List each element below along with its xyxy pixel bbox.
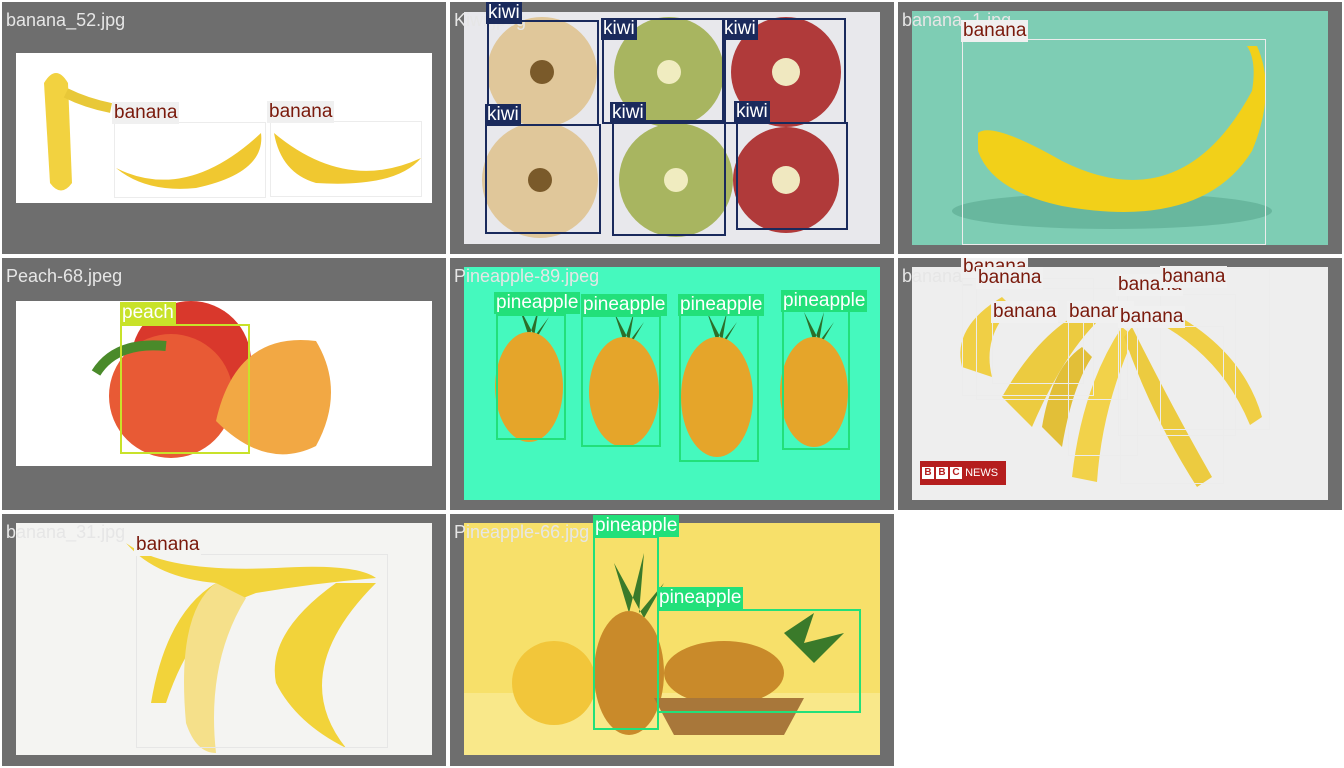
image-filename: Pineapple-89.jpeg (454, 266, 600, 286)
detection-label: kiwi (610, 102, 646, 124)
image-tile-peach[interactable]: Peach-68.jpeg peach (2, 258, 446, 510)
bounding-box (612, 120, 726, 236)
detection-label: banana (1160, 266, 1228, 288)
bounding-box (114, 122, 266, 198)
detection-grid: banana_52.jpg banana banana Kiwi.jpeg (0, 0, 1344, 768)
bbc-news-text: NEWS (965, 467, 999, 479)
bounding-box (136, 554, 388, 748)
image-filename: banana_52.jpg (6, 10, 126, 30)
image-tile-banana-bunch[interactable]: banana_ banana banana banana banana bana… (898, 258, 1342, 510)
detection-label: banana (976, 267, 1044, 289)
image-tile-banana-1[interactable]: banana_1.jpg banana (898, 2, 1342, 254)
image-filename: Peach-68.jpeg (6, 266, 123, 286)
bbc-news-logo: BBC NEWS (920, 461, 1006, 485)
image-tile-kiwi[interactable]: Kiwi.jpeg kiwi kiwi kiwi kiwi kiwi kiwi (450, 2, 894, 254)
detection-label: kiwi (601, 18, 637, 40)
image-filename: Pineapple-66.jpg (454, 522, 590, 542)
detection-label: banana (991, 301, 1059, 323)
detection-label: pineapple (657, 587, 744, 609)
bounding-box (593, 536, 659, 730)
detection-label: peach (120, 302, 176, 324)
bounding-box (679, 314, 759, 462)
image-tile-pineapple-66[interactable]: Pineapple-66.jpg pineapple pineapple (450, 514, 894, 766)
detection-label: pineapple (494, 292, 581, 314)
image-filename: banana_31.jpg (6, 522, 126, 542)
bounding-box (485, 124, 601, 234)
detection-label: banana (267, 101, 335, 123)
detection-label: pineapple (581, 294, 668, 316)
detection-label: kiwi (486, 2, 522, 24)
image-tile-pineapple-89[interactable]: Pineapple-89.jpeg pineapple pineapple pi… (450, 258, 894, 510)
detection-label: kiwi (722, 18, 758, 40)
bounding-box (736, 122, 848, 230)
detection-label: pineapple (781, 290, 868, 312)
detection-label: kiwi (485, 104, 521, 126)
bounding-box (496, 314, 566, 440)
detection-label: banana (961, 20, 1029, 42)
image-tile-banana-31[interactable]: banana_31.jpg banana (2, 514, 446, 766)
bounding-box (657, 609, 861, 713)
detection-label: pineapple (593, 515, 680, 537)
image-tile-banana-52[interactable]: banana_52.jpg banana banana (2, 2, 446, 254)
bounding-box (962, 39, 1266, 245)
bounding-box (270, 121, 422, 197)
bounding-box (782, 310, 850, 450)
detection-label: banana (112, 102, 180, 124)
detection-label: pineapple (678, 294, 765, 316)
bounding-box (581, 315, 661, 447)
detection-label: banana (134, 534, 202, 556)
bounding-box (1120, 326, 1224, 484)
bounding-box (120, 324, 250, 454)
detection-label: banana (1118, 306, 1186, 328)
detection-label: kiwi (734, 101, 770, 123)
